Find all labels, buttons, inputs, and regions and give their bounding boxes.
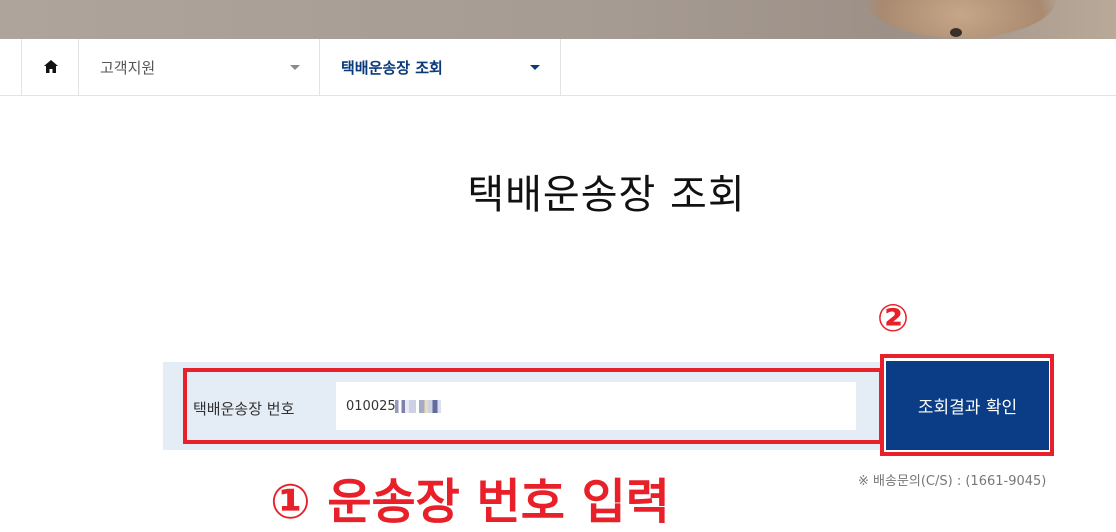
tracking-field-label: 택배운송장 번호	[193, 400, 295, 418]
redacted-digits	[395, 400, 441, 413]
chevron-down-icon	[530, 65, 540, 70]
home-icon	[43, 58, 58, 77]
breadcrumb-nav: 고객지원 택배운송장 조회	[0, 39, 1116, 96]
nav-home-button[interactable]	[21, 39, 79, 95]
check-results-button[interactable]: 조회결과 확인	[886, 361, 1049, 450]
page-title: 택배운송장 조회	[467, 172, 746, 218]
nav-customer-support-label: 고객지원	[100, 58, 156, 77]
nav-tracking-label: 택배운송장 조회	[341, 58, 443, 77]
delivery-inquiry-note: ※ 배송문의(C/S) : (1661-9045)	[858, 474, 1047, 489]
annotation-step-2: ②	[877, 296, 910, 340]
chevron-down-icon	[290, 65, 300, 70]
hero-banner	[0, 0, 1116, 39]
nav-dropdown-tracking[interactable]: 택배운송장 조회	[319, 39, 561, 95]
nav-dropdown-customer-support[interactable]: 고객지원	[78, 39, 320, 95]
annotation-step-1: ① 운송장 번호 입력	[270, 474, 670, 530]
hero-image-dot	[950, 28, 962, 37]
